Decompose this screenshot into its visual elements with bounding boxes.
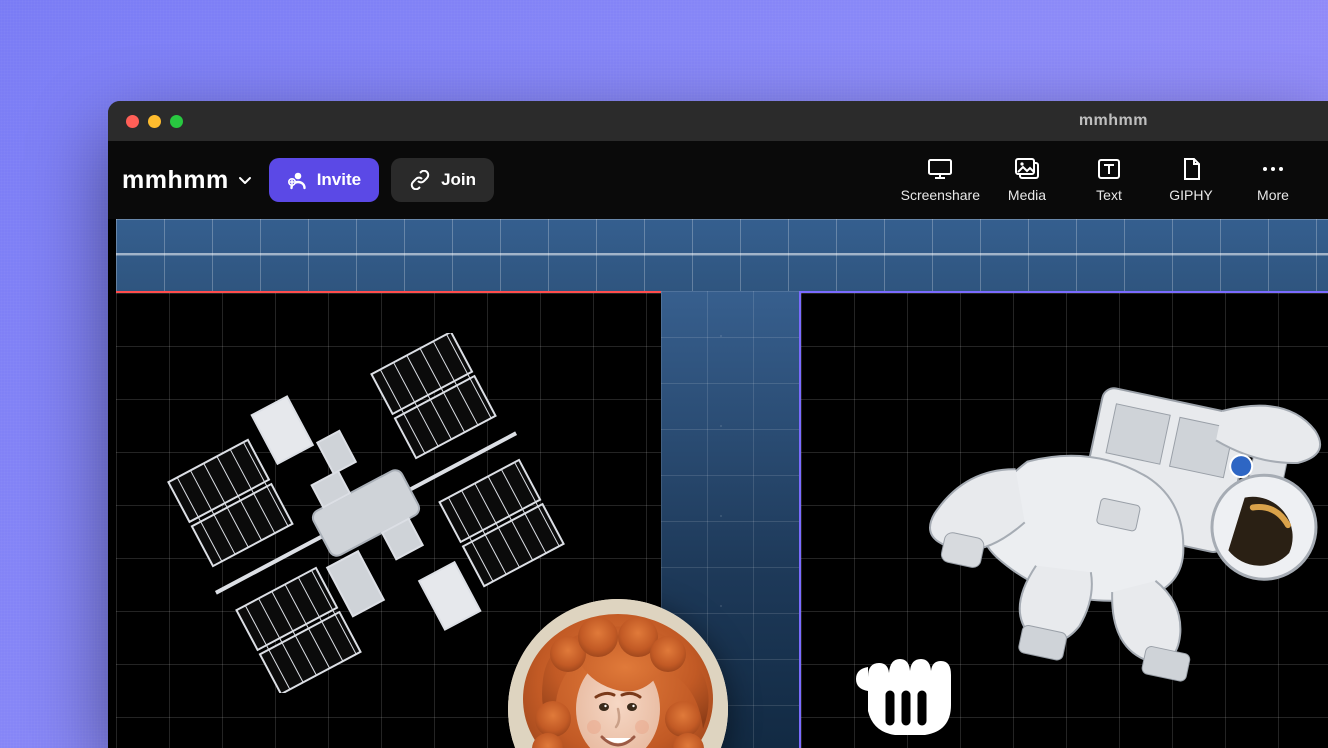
invite-button[interactable]: Invite [269,158,379,202]
main-toolbar: mmhmm Invite [108,141,1328,219]
app-window: mmhmm mmhmm Invite [108,101,1328,748]
text-tool[interactable]: Text [1074,157,1144,203]
media-tool[interactable]: Media [992,157,1062,203]
giphy-tool[interactable]: GIPHY [1156,157,1226,203]
titlebar: mmhmm [108,101,1328,141]
text-icon [1097,157,1121,181]
join-button-label: Join [441,170,476,190]
invite-button-label: Invite [317,170,361,190]
more-label: More [1257,187,1289,203]
link-icon [409,170,431,190]
astronaut-image[interactable] [901,323,1328,683]
window-title: mmhmm [1079,112,1148,130]
app-logo[interactable]: mmhmm [122,166,257,195]
scene-background-strip [116,219,1328,291]
fullscreen-window-button[interactable] [170,115,183,128]
space-station-image[interactable] [156,333,576,693]
join-button[interactable]: Join [391,158,494,202]
screenshare-tool[interactable]: Screenshare [901,157,980,203]
monitor-icon [927,157,953,181]
media-label: Media [1008,187,1046,203]
giphy-label: GIPHY [1169,187,1213,203]
more-tool[interactable]: More [1238,157,1308,203]
file-icon [1180,157,1202,181]
media-icon [1014,157,1040,181]
chevron-down-icon [237,172,253,188]
window-controls [108,115,183,128]
more-icon [1261,157,1285,181]
grab-hand-cursor-icon [848,639,958,739]
screenshare-label: Screenshare [901,187,980,203]
stage-canvas[interactable] [108,219,1328,748]
minimize-window-button[interactable] [148,115,161,128]
text-label: Text [1096,187,1122,203]
invite-user-icon [287,170,307,190]
close-window-button[interactable] [126,115,139,128]
app-logo-text: mmhmm [122,166,229,195]
